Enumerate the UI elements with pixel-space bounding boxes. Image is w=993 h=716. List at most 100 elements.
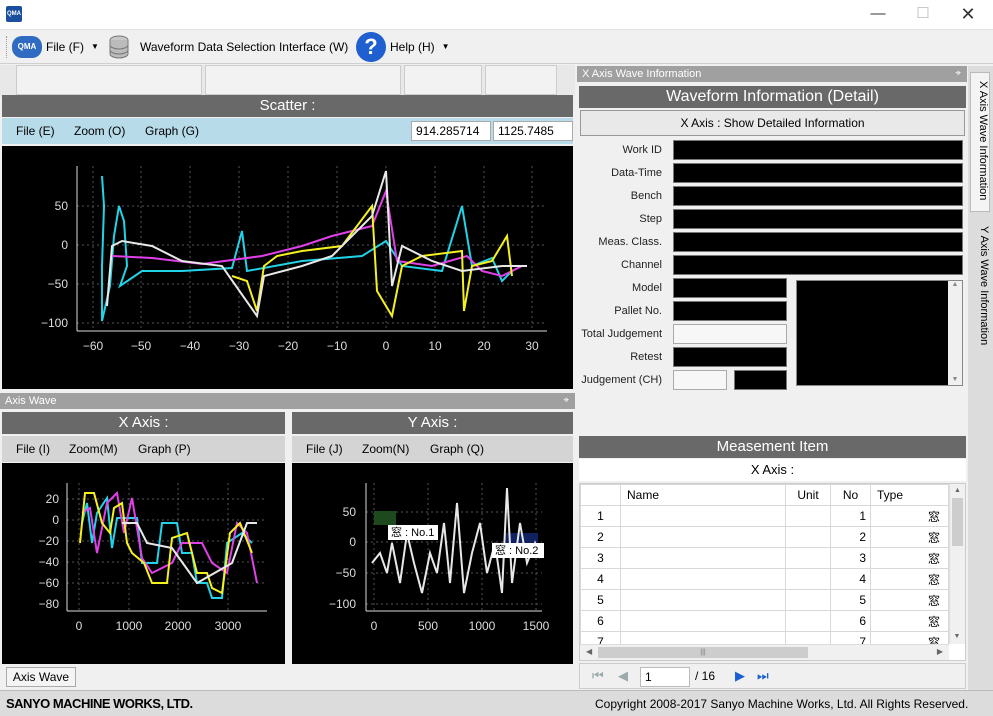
table-row[interactable]: 4 4 窓 — [580, 568, 949, 590]
minimize-button[interactable]: — — [855, 0, 901, 30]
col-type[interactable]: Type — [870, 484, 949, 506]
memo-scrollbar[interactable]: ▲ ▼ — [948, 281, 962, 385]
table-row[interactable]: 1 1 窓 — [580, 505, 949, 527]
x-axis-chart[interactable]: 0 1000 2000 3000 20 0 −20 −40 −60 −80 — [2, 463, 285, 664]
cell-unit[interactable] — [785, 526, 831, 548]
x-axis-zoom-menu[interactable]: Zoom(M) — [69, 436, 118, 462]
x-axis-x-tick: 0 — [76, 619, 83, 633]
x-axis-y-tick: −80 — [39, 597, 60, 611]
x-axis-series — [79, 490, 258, 599]
grid-vscrollbar[interactable]: ▲ ▼ — [949, 484, 965, 644]
grid-hscroll-thumb[interactable]: ||| — [598, 647, 808, 658]
page-total: / 16 — [695, 669, 716, 683]
cell-name[interactable] — [620, 610, 786, 632]
scatter-x-tick: −50 — [131, 339, 152, 353]
next-page-icon[interactable]: ▶ — [735, 668, 745, 684]
y-axis-file-menu[interactable]: File (J) — [306, 436, 343, 462]
cell-no[interactable]: 5 — [830, 589, 871, 611]
pager: ⏮ ◀ 1 / 16 ▶ ⏭ — [579, 663, 966, 689]
cell-name[interactable] — [620, 547, 786, 569]
table-row[interactable]: 2 2 窓 — [580, 526, 949, 548]
grid-corner — [580, 484, 621, 506]
grid-vscroll-thumb[interactable] — [952, 498, 963, 546]
scatter-chart[interactable]: −60 −50 −40 −30 −20 −10 0 10 20 30 50 0 −50 −100 — [2, 146, 573, 389]
scatter-graph-menu[interactable]: Graph (G) — [145, 118, 199, 144]
scatter-x-tick: 30 — [525, 339, 539, 353]
prev-page-icon[interactable]: ◀ — [618, 668, 628, 684]
cell-name[interactable] — [620, 589, 786, 611]
y-axis-zoom-menu[interactable]: Zoom(N) — [362, 436, 409, 462]
scatter-file-menu[interactable]: File (E) — [16, 118, 55, 144]
x-axis-x-tick: 1000 — [116, 619, 143, 633]
y-axis-x-tick: 0 — [371, 619, 378, 633]
cell-unit[interactable] — [785, 568, 831, 590]
info-memo-box[interactable]: ▲ ▼ — [796, 280, 963, 386]
measurement-grid[interactable]: Name Unit No Type 1 1 窓2 2 窓3 3 窓4 4 窓5 … — [579, 483, 966, 661]
axis-wave-tab[interactable]: Axis Wave — [6, 667, 76, 687]
grid-hscrollbar[interactable]: ◀ ||| ▶ — [580, 644, 949, 660]
maximize-button[interactable]: ☐ — [900, 0, 946, 30]
cell-unit[interactable] — [785, 505, 831, 527]
cell-unit[interactable] — [785, 589, 831, 611]
menu-waveform-selection[interactable]: Waveform Data Selection Interface (W) — [108, 30, 348, 64]
field-pallet-no — [673, 301, 787, 321]
scatter-y-tick: −100 — [41, 316, 68, 330]
cell-type[interactable]: 窓 — [870, 610, 949, 632]
x-wave-info-panel-title: X Axis Wave Information ⌖ — [577, 66, 967, 82]
field-retest — [673, 347, 787, 367]
cell-type[interactable]: 窓 — [870, 547, 949, 569]
x-axis-graph-menu[interactable]: Graph (P) — [138, 436, 191, 462]
scatter-coord-x: 914.285714 — [411, 121, 491, 141]
cell-name[interactable] — [620, 526, 786, 548]
pin-icon[interactable]: ⌖ — [563, 393, 569, 409]
side-tab-y-wave-info[interactable]: Y Axis Wave Information — [970, 218, 990, 358]
cell-type[interactable]: 窓 — [870, 526, 949, 548]
cell-unit[interactable] — [785, 547, 831, 569]
x-axis-file-menu[interactable]: File (I) — [16, 436, 50, 462]
strip-slot-2[interactable] — [205, 65, 401, 95]
scatter-zoom-menu[interactable]: Zoom (O) — [74, 118, 125, 144]
cell-unit[interactable] — [785, 610, 831, 632]
page-input[interactable]: 1 — [640, 667, 690, 687]
menu-file[interactable]: QMA File (F) ▼ — [12, 30, 99, 64]
label-model: Model — [632, 282, 662, 294]
table-row[interactable]: 6 6 窓 — [580, 610, 949, 632]
label-channel: Channel — [621, 259, 662, 271]
cell-no[interactable]: 6 — [830, 610, 871, 632]
menu-file-label: File (F) — [46, 40, 84, 54]
help-icon: ? — [356, 32, 386, 62]
side-tab-x-wave-info[interactable]: X Axis Wave Information — [970, 72, 990, 212]
field-meas-class — [673, 232, 963, 252]
database-icon — [109, 35, 129, 59]
strip-slot-3[interactable] — [404, 65, 482, 95]
cell-no[interactable]: 4 — [830, 568, 871, 590]
pin-icon[interactable]: ⌖ — [955, 66, 961, 82]
y-axis-graph-menu[interactable]: Graph (Q) — [430, 436, 484, 462]
strip-slot-1[interactable] — [16, 65, 202, 95]
cell-type[interactable]: 窓 — [870, 505, 949, 527]
col-no[interactable]: No — [830, 484, 871, 506]
col-unit[interactable]: Unit — [785, 484, 831, 506]
row-index: 4 — [580, 568, 621, 590]
strip-slot-4[interactable] — [485, 65, 557, 95]
last-page-icon[interactable]: ⏭ — [757, 668, 769, 684]
first-page-icon[interactable]: ⏮ — [592, 668, 604, 684]
close-button[interactable]: ✕ — [945, 0, 991, 30]
cell-name[interactable] — [620, 568, 786, 590]
cell-type[interactable]: 窓 — [870, 589, 949, 611]
show-detailed-info-button[interactable]: X Axis : Show Detailed Information — [580, 110, 965, 136]
y-axis-chart[interactable]: 0 500 1000 1500 50 0 −50 −100 窓 : No.1 窓 : No.2 — [292, 463, 573, 664]
cell-no[interactable]: 1 — [830, 505, 871, 527]
cell-no[interactable]: 2 — [830, 526, 871, 548]
table-row[interactable]: 5 5 窓 — [580, 589, 949, 611]
x-axis-y-tick: −60 — [39, 576, 60, 590]
cell-name[interactable] — [620, 505, 786, 527]
col-name[interactable]: Name — [620, 484, 786, 506]
y-axis-plot-svg: 0 500 1000 1500500−50−100 窓 : No.1 窓 : No.2 — [329, 483, 550, 633]
table-row[interactable]: 3 3 窓 — [580, 547, 949, 569]
menu-help[interactable]: ? Help (H) ▼ — [356, 30, 450, 64]
cell-type[interactable]: 窓 — [870, 568, 949, 590]
label-data-time: Data-Time — [611, 167, 662, 179]
cell-no[interactable]: 3 — [830, 547, 871, 569]
toolbar-grip — [6, 36, 8, 58]
